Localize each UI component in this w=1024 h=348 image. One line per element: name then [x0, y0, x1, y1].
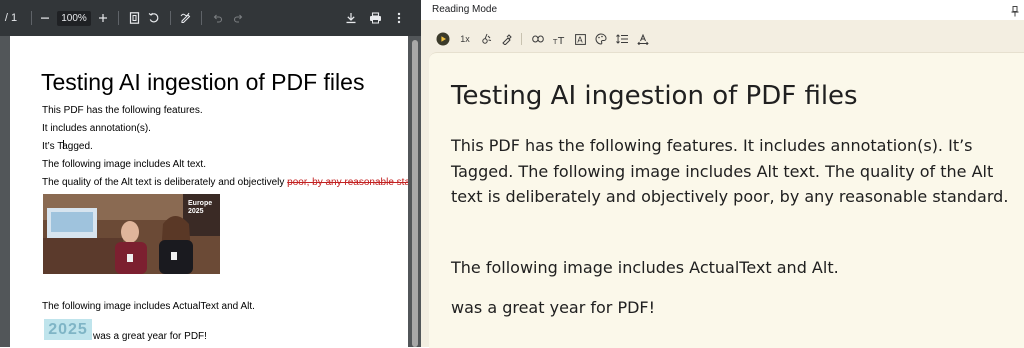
text-cursor: [63, 140, 64, 149]
reading-paragraph: This PDF has the following features. It …: [451, 136, 1009, 206]
document-line-great-year: was a great year for PDF!: [93, 331, 207, 342]
zoom-out-button[interactable]: [37, 0, 53, 36]
alt-quality-text: The quality of the Alt text is deliberat…: [42, 177, 288, 188]
letter-spacing-button[interactable]: [635, 30, 651, 48]
more-options-button[interactable]: [392, 0, 406, 36]
letter-spacing-icon: [637, 33, 649, 45]
more-vertical-icon: [397, 12, 401, 24]
speed-button[interactable]: 1x: [457, 30, 473, 48]
reading-heading: Testing AI ingestion of PDF files: [451, 81, 858, 111]
photo-banner-text: Europe 2025: [188, 200, 213, 215]
svg-text:T: T: [557, 36, 565, 45]
reading-paragraph: The following image includes ActualText …: [451, 258, 839, 277]
toolbar-divider: [31, 11, 32, 25]
document-line: It includes annotation(s).: [42, 123, 151, 134]
toolbar-divider: [201, 11, 202, 25]
pdf-viewer: / 1 100% Testing AI ingestion of PDF fil…: [0, 0, 421, 347]
document-line-actualtext: The following image includes ActualText …: [42, 301, 255, 312]
play-button[interactable]: [434, 30, 452, 48]
document-line: This PDF has the following features.: [42, 105, 203, 116]
pdf-toolbar: / 1 100%: [0, 0, 421, 36]
palette-icon: [595, 33, 607, 45]
minus-icon: [41, 17, 49, 19]
color-theme-button[interactable]: [593, 30, 609, 48]
highlight-icon: [502, 34, 512, 45]
voice-button[interactable]: [478, 30, 494, 48]
pdf-page: Testing AI ingestion of PDF files This P…: [10, 36, 408, 347]
svg-text:A: A: [577, 35, 583, 44]
toolbar-divider: [521, 33, 522, 45]
document-line: It’s Tagged.: [42, 141, 93, 152]
annotate-pen-icon: [180, 12, 191, 24]
highlight-button[interactable]: [499, 30, 515, 48]
reading-mode-title: Reading Mode: [432, 4, 498, 15]
download-icon: [346, 13, 356, 24]
font-button[interactable]: A: [572, 30, 588, 48]
actualtext-image-2025: 2025: [44, 319, 92, 340]
toolbar-divider: [118, 11, 119, 25]
pin-button[interactable]: [1010, 4, 1020, 22]
strikethrough-annotation[interactable]: poor, by any reasonable standa: [287, 177, 408, 188]
pin-icon: [1011, 6, 1019, 17]
reading-mode-toolbar: 1x TT A: [421, 27, 1024, 51]
undo-button[interactable]: [209, 0, 225, 36]
fit-page-icon: [129, 12, 139, 24]
print-icon: [369, 12, 381, 24]
font-icon: A: [574, 33, 586, 45]
conference-photo: Europe 2025: [43, 194, 220, 274]
line-spacing-icon: [616, 34, 628, 44]
reading-paragraph: was a great year for PDF!: [451, 298, 656, 317]
rotate-icon: [148, 12, 159, 23]
link-icon: [532, 35, 544, 43]
font-size-button[interactable]: TT: [551, 30, 567, 48]
reading-mode-content: Testing AI ingestion of PDF files This P…: [429, 52, 1024, 348]
plus-icon: [99, 14, 107, 22]
zoom-input[interactable]: 100%: [57, 10, 91, 26]
pdf-scrollbar[interactable]: [412, 40, 418, 347]
reading-mode-header: Reading Mode: [421, 0, 1024, 20]
redo-button[interactable]: [230, 0, 246, 36]
download-button[interactable]: [343, 0, 359, 36]
toolbar-divider: [170, 11, 171, 25]
print-button[interactable]: [367, 0, 383, 36]
font-size-icon: TT: [553, 36, 565, 45]
fit-page-button[interactable]: [126, 0, 142, 36]
document-line: The following image includes Alt text.: [42, 159, 206, 170]
undo-icon: [213, 14, 222, 23]
rotate-button[interactable]: [146, 0, 162, 36]
line-spacing-button[interactable]: [614, 30, 630, 48]
document-line-alt-quality: The quality of the Alt text is deliberat…: [42, 177, 408, 188]
document-title: Testing AI ingestion of PDF files: [41, 69, 365, 95]
annotate-button[interactable]: [178, 0, 194, 36]
voice-icon: [482, 33, 492, 44]
links-toggle-button[interactable]: [530, 30, 546, 48]
zoom-input-wrapper[interactable]: 100%: [57, 0, 91, 36]
page-indicator: / 1: [4, 12, 18, 24]
zoom-in-button[interactable]: [95, 0, 111, 36]
redo-icon: [233, 14, 242, 23]
reading-mode-panel: Reading Mode 1x TT A Testing AI ingestio…: [421, 0, 1024, 348]
play-icon: [436, 32, 450, 46]
